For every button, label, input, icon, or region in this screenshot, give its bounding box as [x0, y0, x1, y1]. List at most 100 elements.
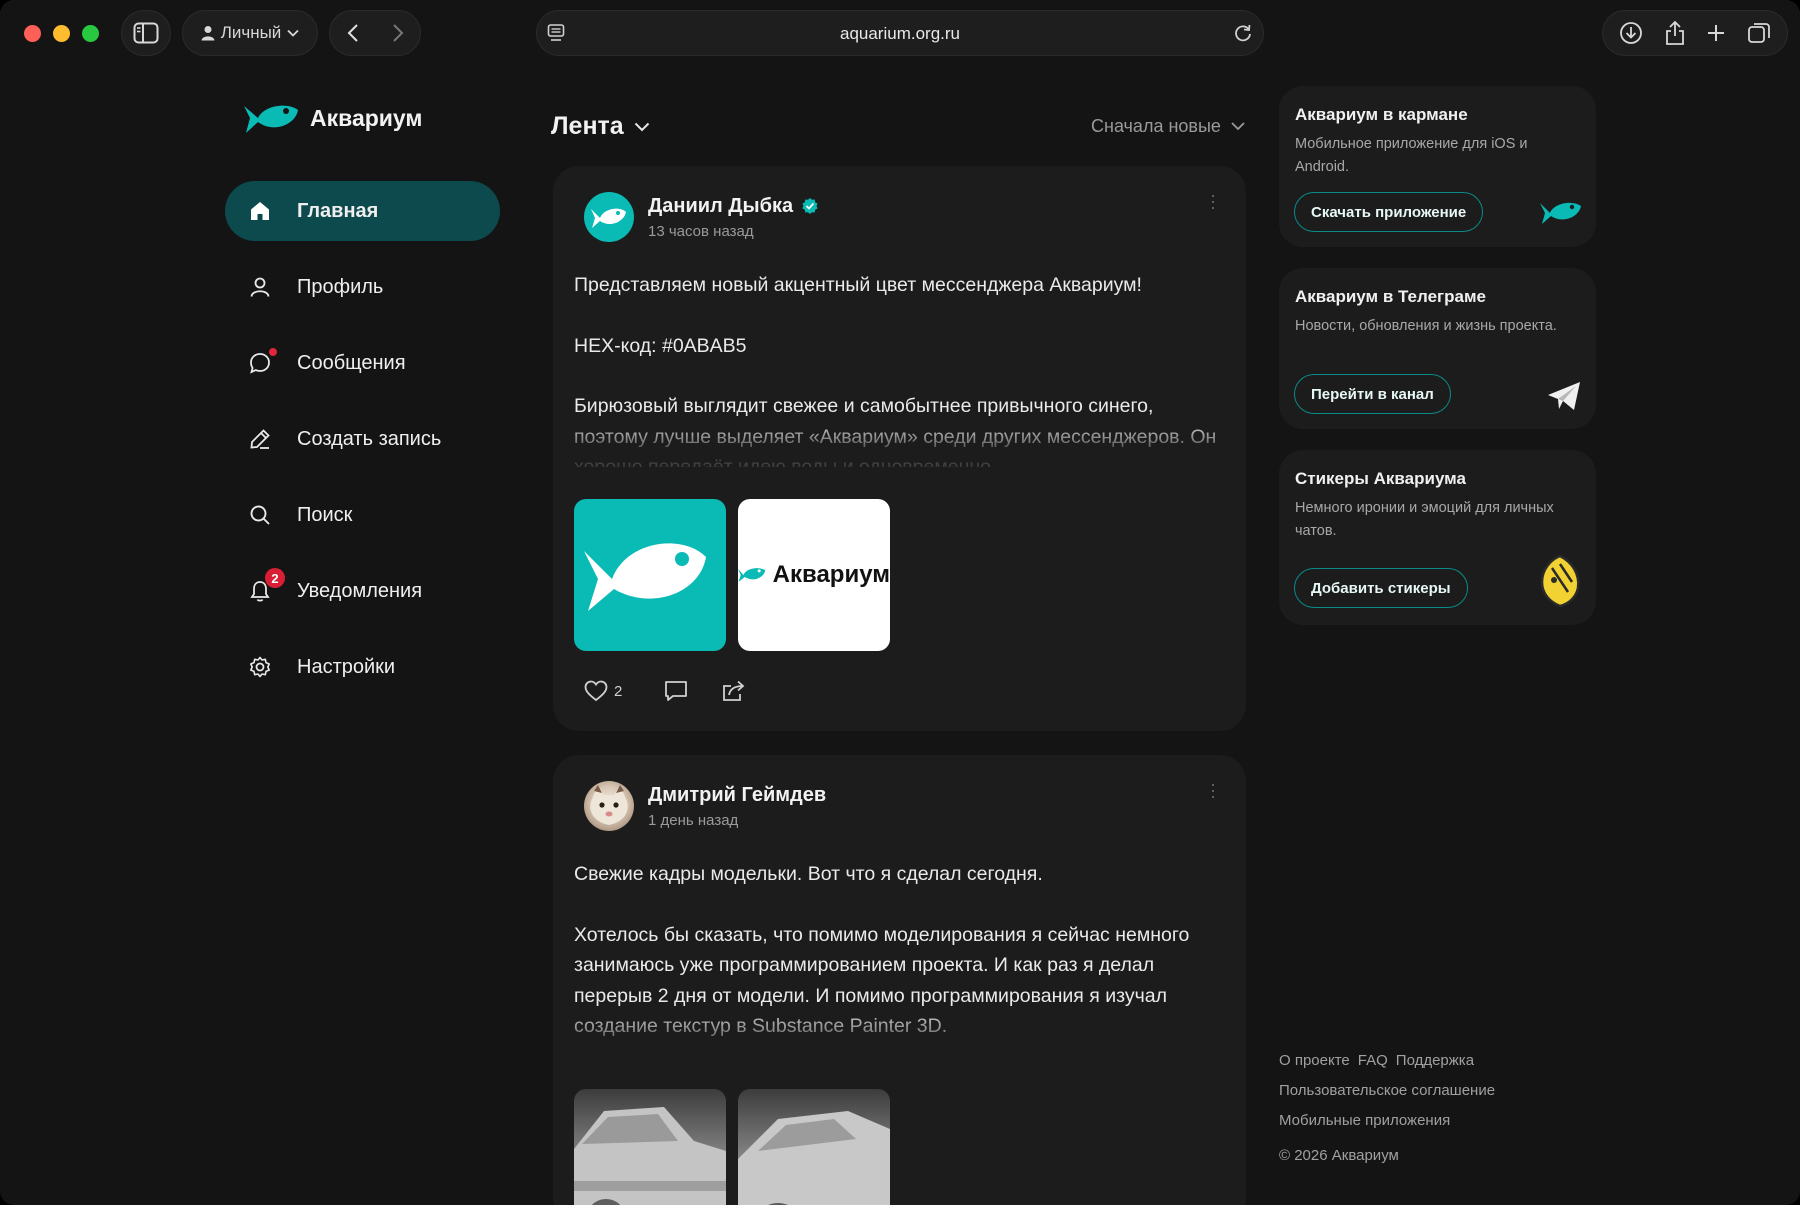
post-card: Дмитрий Геймдев 1 день назад · · · Свежие …	[553, 755, 1246, 1205]
browser-toolbar: Личный aquarium.org.ru	[0, 0, 1800, 66]
avatar[interactable]	[584, 781, 634, 831]
sidebar-item-create-post[interactable]: Создать запись	[225, 409, 500, 469]
bell-icon: 2	[247, 568, 285, 604]
post-author[interactable]: Дмитрий Геймдев	[648, 784, 826, 807]
widget-stickers: Стикеры Аквариума Немного иронии и эмоци…	[1279, 450, 1596, 625]
widget-title: Аквариум в кармане	[1295, 105, 1468, 124]
chevron-left-icon	[347, 24, 358, 42]
home-icon	[247, 198, 273, 224]
post-image[interactable]	[574, 499, 726, 651]
chevron-right-icon	[392, 24, 403, 42]
sidebar-item-label: Поиск	[297, 503, 353, 526]
share-button[interactable]	[722, 680, 746, 702]
minimize-window-button[interactable]	[53, 25, 70, 42]
browser-actions	[1602, 10, 1788, 56]
post-actions: 2	[584, 680, 746, 702]
car-model-render	[738, 1111, 890, 1205]
zoom-window-button[interactable]	[82, 25, 99, 42]
new-tab-icon[interactable]	[1706, 23, 1726, 43]
post-image[interactable]: Аквариум	[738, 499, 890, 651]
add-stickers-button[interactable]: Добавить стикеры	[1294, 568, 1468, 608]
more-options-icon[interactable]: · · ·	[1210, 775, 1216, 805]
sidebar-item-profile[interactable]: Профиль	[225, 257, 500, 317]
url-text: aquarium.org.ru	[839, 24, 960, 43]
sidebar-item-home[interactable]: Главная	[225, 181, 500, 241]
unread-dot	[269, 348, 277, 356]
download-app-button[interactable]: Скачать приложение	[1294, 192, 1484, 232]
cat-avatar-icon	[590, 785, 628, 825]
sidebar-item-settings[interactable]: Настройки	[225, 637, 500, 697]
sidebar-item-search[interactable]: Поиск	[225, 485, 500, 545]
chat-bubble-icon	[247, 348, 277, 376]
footer-link-support[interactable]: Поддержка	[1396, 1052, 1474, 1069]
post-paragraph: HEX-код: #0ABAB5	[574, 334, 747, 357]
profile-menu-button[interactable]: Личный	[182, 10, 318, 56]
search-icon	[247, 502, 273, 528]
forward-button[interactable]	[375, 23, 420, 43]
sidebar-item-label: Профиль	[297, 275, 384, 298]
open-channel-button[interactable]: Перейти в канал	[1294, 374, 1451, 414]
widget-title: Аквариум в Телеграме	[1295, 287, 1486, 306]
post-header: Даниил Дыбка 13 часов назад	[584, 192, 819, 242]
footer-link-faq[interactable]: FAQ	[1358, 1052, 1388, 1069]
post-author[interactable]: Даниил Дыбка	[648, 195, 793, 218]
copyright: © 2026 Аквариум	[1279, 1147, 1399, 1164]
heart-icon	[584, 680, 608, 702]
address-bar[interactable]: aquarium.org.ru	[536, 10, 1264, 56]
sidebar-item-notifications[interactable]: 2 Уведомления	[225, 561, 500, 621]
widget-mobile-app: Аквариум в кармане Мобильное приложение …	[1279, 86, 1596, 247]
pencil-icon	[247, 426, 273, 452]
gear-icon	[247, 654, 273, 680]
footer-link-agreement[interactable]: Пользовательское соглашение	[1279, 1076, 1495, 1106]
like-button[interactable]: 2	[584, 680, 622, 702]
like-count: 2	[614, 682, 623, 700]
sidebar-toggle-button[interactable]	[121, 10, 171, 56]
widget-description: Немного иронии и эмоций для личных чатов…	[1295, 500, 1554, 539]
footer-link-about[interactable]: О проекте	[1279, 1052, 1350, 1069]
user-icon	[247, 274, 273, 300]
post-time: 13 часов назад	[648, 222, 754, 240]
feed-selector[interactable]: Лента	[551, 112, 650, 141]
brand-name: Аквариум	[310, 104, 423, 131]
footer-link-apps[interactable]: Мобильные приложения	[1279, 1106, 1495, 1136]
more-options-icon[interactable]: · · ·	[1210, 186, 1216, 216]
sidebar-icon	[133, 22, 159, 44]
post-body: Представляем новый акцентный цвет мессен…	[574, 270, 1222, 467]
widget-description: Новости, обновления и жизнь проекта.	[1295, 318, 1557, 334]
comment-button[interactable]	[664, 680, 688, 702]
back-button[interactable]	[330, 23, 375, 43]
sidebar-item-label: Главная	[297, 199, 379, 222]
car-model-render	[574, 1107, 726, 1205]
comment-icon	[665, 681, 688, 701]
fish-logo-icon	[738, 568, 766, 582]
sidebar-item-label: Сообщения	[297, 351, 406, 374]
post-paragraph: Хотелось бы сказать, что помимо моделиро…	[574, 923, 1190, 1038]
fish-icon	[591, 208, 626, 228]
fish-sticker-icon	[1540, 554, 1580, 608]
history-nav	[329, 10, 421, 56]
post-paragraph: Свежие кадры модельки. Вот что я сделал …	[574, 863, 1043, 885]
brand-logo[interactable]: Аквариум	[244, 100, 422, 136]
avatar[interactable]	[584, 192, 634, 242]
fish-logo-icon	[244, 105, 298, 133]
fish-icon	[1540, 202, 1581, 224]
browser-window: Личный aquarium.org.ru Аквариум Главная …	[0, 0, 1800, 1205]
post-image[interactable]	[574, 1089, 726, 1205]
post-paragraph: Бирюзовый выглядит свежее и самобытнее п…	[574, 395, 1217, 467]
chevron-down-icon	[1231, 122, 1245, 131]
chevron-down-icon	[634, 122, 649, 131]
tab-overview-icon[interactable]	[1747, 21, 1771, 45]
close-window-button[interactable]	[24, 25, 41, 42]
widget-title: Стикеры Аквариума	[1295, 469, 1466, 488]
share-icon[interactable]	[1664, 20, 1686, 46]
post-image[interactable]	[738, 1089, 890, 1205]
paper-plane-icon	[1548, 382, 1580, 410]
post-header: Дмитрий Геймдев 1 день назад	[584, 781, 826, 831]
sort-selector[interactable]: Сначала новые	[1091, 116, 1245, 137]
chevron-down-icon	[287, 29, 299, 37]
sidebar-item-messages[interactable]: Сообщения	[225, 333, 500, 393]
reload-icon[interactable]	[1233, 23, 1253, 43]
profile-menu-label: Личный	[220, 23, 282, 42]
download-icon[interactable]	[1619, 21, 1643, 45]
sidebar-item-label: Создать запись	[297, 427, 442, 450]
